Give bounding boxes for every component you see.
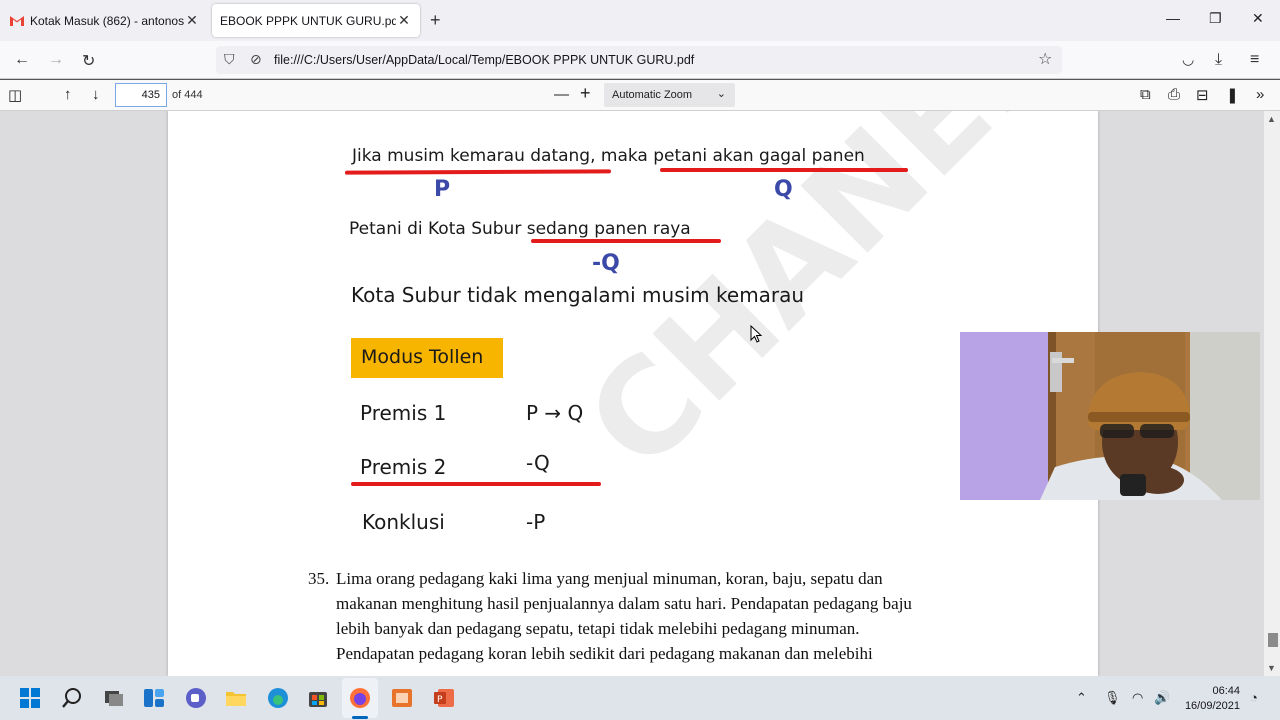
url-text[interactable]: file:///C:/Users/User/AppData/Local/Temp…	[274, 53, 694, 67]
zoom-in-icon[interactable]: +	[580, 83, 591, 104]
scrollbar-thumb[interactable]	[1268, 633, 1278, 647]
save-icon[interactable]: ⊟	[1196, 86, 1209, 104]
restore-icon[interactable]: ❐	[1209, 10, 1222, 27]
clock-time: 06:44	[1212, 685, 1240, 697]
scroll-up-icon[interactable]: ▲	[1267, 114, 1276, 124]
tab-label: Kotak Masuk (862) - antonosire	[30, 13, 184, 28]
q-label: Q	[774, 177, 793, 202]
shield-icon[interactable]: ⛉	[224, 51, 235, 68]
print-icon[interactable]: ⎙	[1168, 86, 1180, 103]
close-window-icon[interactable]: ✕	[1252, 10, 1264, 27]
pdf-page: CHANEL Jika musim kemarau datang, maka p…	[168, 111, 1098, 676]
widgets-icon[interactable]	[142, 686, 166, 710]
gmail-icon	[10, 16, 24, 26]
chevron-down-icon: ⌄	[716, 88, 726, 100]
zoom-select[interactable]: Automatic Zoom ⌄	[604, 83, 735, 107]
tab-pdf[interactable]: EBOOK PPPK UNTUK GURU.pdf ✕	[212, 4, 420, 37]
powerpoint-icon[interactable]: P	[432, 686, 456, 710]
pocket-icon[interactable]: ◡	[1182, 51, 1194, 68]
new-tab-icon[interactable]: +	[430, 10, 441, 31]
question-line: makanan menghitung hasil penjualannya da…	[336, 594, 912, 613]
system-clock[interactable]: 06:44 16/09/2021	[1184, 684, 1240, 714]
file-explorer-icon[interactable]	[224, 686, 248, 710]
active-app-indicator	[352, 716, 368, 719]
mouse-cursor-icon	[750, 325, 763, 343]
tab-bar: Kotak Masuk (862) - antonosire ✕ EBOOK P…	[0, 0, 1280, 41]
question-number: 35.	[308, 569, 330, 588]
premise-sentence-2: Petani di Kota Subur sedang panen raya	[349, 219, 691, 239]
premis-1-label: Premis 1	[360, 401, 447, 425]
page-number-input[interactable]: 435	[115, 83, 167, 107]
underline-q	[660, 168, 908, 172]
windows-taskbar: P ⌃ 🎙 ◠ 🔊 06:44 16/09/2021 ◔	[0, 676, 1280, 720]
chat-icon[interactable]	[184, 686, 208, 710]
wifi-icon[interactable]: ◠	[1132, 690, 1143, 706]
menu-icon[interactable]: ≡	[1250, 51, 1259, 69]
underline-premis-2	[351, 482, 601, 486]
bookmark-star-icon[interactable]: ☆	[1038, 49, 1052, 69]
zoom-value: Automatic Zoom	[612, 89, 693, 101]
svg-text:P: P	[437, 695, 443, 705]
tab-label: EBOOK PPPK UNTUK GURU.pdf	[220, 13, 396, 28]
previous-page-icon[interactable]: ↑	[64, 86, 72, 103]
store-icon[interactable]	[306, 686, 330, 710]
close-tab-icon[interactable]: ✕	[396, 12, 412, 29]
premis-2-value: -Q	[526, 451, 550, 475]
minimize-icon[interactable]: —	[1166, 10, 1180, 26]
question-line: lebih banyak dan pedagang sepatu, tetapi…	[336, 619, 860, 638]
konklusi-value: -P	[526, 510, 546, 534]
navigation-bar: ← → ↻ ⛉ ⊘ file:///C:/Users/User/AppData/…	[0, 41, 1280, 79]
vertical-scrollbar[interactable]: ▲ ▼	[1264, 111, 1280, 676]
page-info-icon[interactable]: ⊘	[250, 51, 262, 68]
zoom-out-icon[interactable]: —	[554, 86, 569, 103]
microphone-icon[interactable]: 🎙	[1104, 690, 1121, 706]
sidebar-toggle-icon[interactable]: ◫	[8, 86, 22, 104]
question-line: Lima orang pedagang kaki lima yang menju…	[336, 569, 883, 588]
presentation-mode-icon[interactable]: ⧉	[1140, 86, 1151, 103]
underline-p	[344, 169, 612, 175]
question-35: 35. Lima orang pedagang kaki lima yang m…	[308, 566, 1008, 666]
reload-icon[interactable]: ↻	[82, 51, 95, 71]
question-line: Pendapatan pedagang koran lebih sedikit …	[336, 644, 873, 663]
webcam-overlay	[960, 332, 1260, 500]
download-icon[interactable]: ⤓	[1215, 51, 1222, 69]
search-icon[interactable]	[60, 686, 84, 710]
address-bar[interactable]: ⛉ ⊘ file:///C:/Users/User/AppData/Local/…	[216, 46, 1062, 74]
next-page-icon[interactable]: ↓	[92, 86, 100, 103]
notq-label: -Q	[592, 251, 620, 276]
windows-start-icon[interactable]	[18, 686, 42, 710]
tools-icon[interactable]: »	[1256, 86, 1264, 103]
konklusi-label: Konklusi	[362, 510, 445, 534]
edge-browser-icon[interactable]	[266, 686, 290, 710]
conclusion-sentence: Kota Subur tidak mengalami musim kemarau	[351, 283, 805, 307]
close-tab-icon[interactable]: ✕	[184, 12, 200, 29]
forward-icon[interactable]: →	[48, 51, 64, 69]
presentation-app-icon[interactable]	[390, 686, 414, 710]
modus-tollen-label: Modus Tollen	[351, 338, 503, 378]
bookmark-icon[interactable]: ❚	[1226, 86, 1239, 104]
volume-icon[interactable]: 🔊	[1154, 690, 1170, 706]
page-count: of 444	[172, 89, 203, 101]
firefox-icon[interactable]	[348, 686, 372, 710]
premis-2-label: Premis 2	[360, 455, 447, 479]
pdf-toolbar: ◫ ↑ ↓ 435 of 444 — + Automatic Zoom ⌄ ⧉ …	[0, 80, 1280, 111]
back-icon[interactable]: ←	[14, 51, 30, 69]
p-label: P	[434, 177, 451, 202]
show-hidden-icons-icon[interactable]: ⌃	[1076, 690, 1087, 706]
clock-date: 16/09/2021	[1184, 700, 1240, 712]
underline-notq	[531, 239, 721, 243]
task-view-icon[interactable]	[102, 686, 126, 710]
notifications-icon[interactable]: ◔	[1250, 690, 1258, 705]
premise-sentence-1: Jika musim kemarau datang, maka petani a…	[352, 146, 865, 166]
scroll-down-icon[interactable]: ▼	[1267, 663, 1276, 673]
tab-gmail[interactable]: Kotak Masuk (862) - antonosire ✕	[2, 4, 208, 37]
premis-1-value: P → Q	[526, 401, 584, 425]
